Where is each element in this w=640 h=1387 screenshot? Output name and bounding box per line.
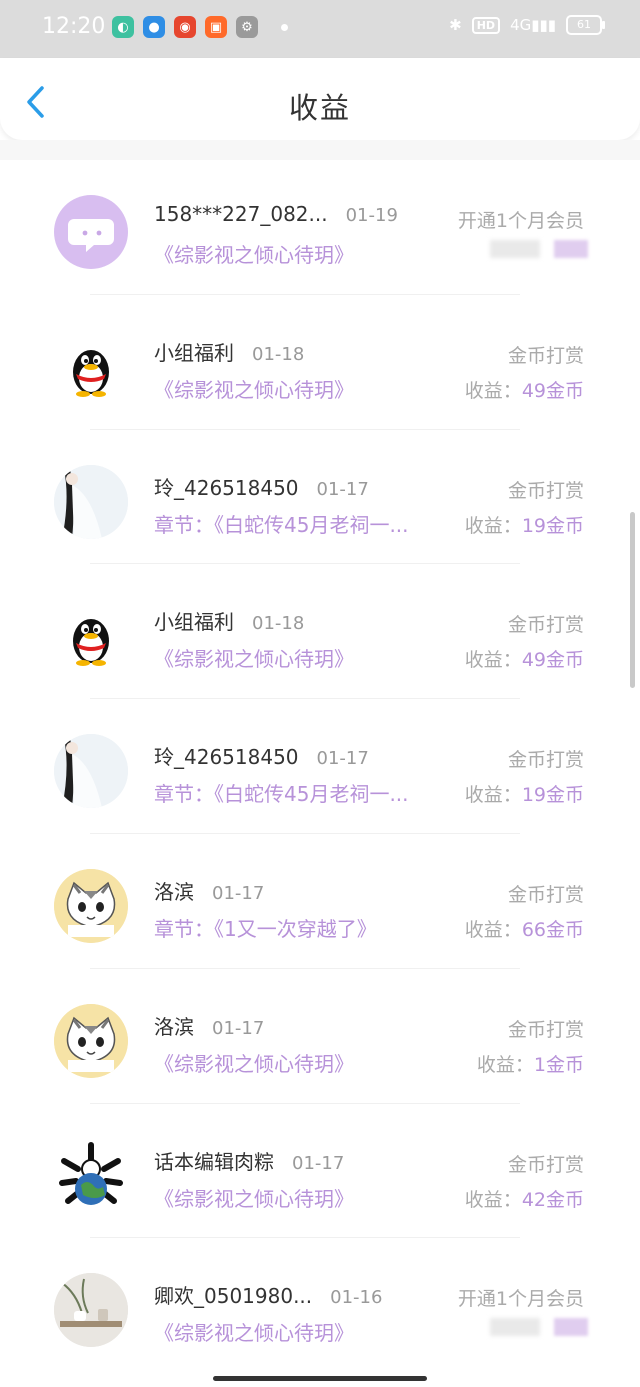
earning-value: 19金币 [521,514,584,537]
earning-type: 开通1个月会员 [457,1288,584,1311]
earning-value: 49金币 [521,379,584,402]
list-item[interactable]: 小组福利 01-18 《综影视之倾心待玥》 金币打赏 收益：49金币 [0,564,640,700]
tea-table-avatar[interactable] [54,1273,128,1348]
earning-amount: 收益：49金币 [465,645,584,672]
earning-value: 1金币 [533,1053,584,1076]
list-item[interactable]: 158***227_082... 01-19 《综影视之倾心待玥》 开通1个月会… [0,160,640,295]
work-title[interactable]: 《综影视之倾心待玥》 [154,1317,354,1346]
circle-app-icon: ● [143,16,165,38]
earning-type: 开通1个月会员 [457,210,584,232]
earning-label: 收益： [464,379,522,402]
earning-label: 收益： [464,514,522,537]
qq-browser-icon: ◐ [112,16,134,38]
earning-value: 66金币 [521,918,584,941]
earning-type: 金币打赏 [507,614,584,637]
list-item[interactable]: 洛滨 01-17 《综影视之倾心待玥》 金币打赏 收益：1金币 [0,969,640,1104]
notification-dot-icon [281,23,288,31]
earning-type: 金币打赏 [507,479,584,502]
date: 01-18 [252,613,305,635]
date: 01-17 [292,1152,345,1174]
qq-penguin-avatar[interactable] [54,329,128,404]
status-bar: 12:20 ◐ ● ◉ ▣ ⚙ ✱ HD 4G▮▮▮ 61 [0,0,640,58]
home-indicator[interactable] [213,1376,427,1381]
date: 01-17 [212,1017,265,1039]
work-title[interactable]: 《综影视之倾心待玥》 [154,374,354,403]
earning-type: 金币打赏 [507,1153,584,1176]
chat-bubble-avatar[interactable] [54,195,128,269]
header-bar: 收益 [0,58,640,140]
date: 01-16 [330,1287,383,1309]
hd-badge: HD [471,16,501,34]
date: 01-19 [345,205,398,226]
user-name: 洛滨 [154,879,194,904]
date: 01-17 [316,748,369,770]
user-name: 卿欢_0501980... [154,1284,313,1309]
earth-bones-avatar[interactable] [54,1138,128,1213]
weibo-icon: ◉ [174,16,196,38]
work-title[interactable]: 《综影视之倾心待玥》 [154,1183,354,1212]
cartoon-cat-avatar[interactable] [54,868,128,943]
list-item[interactable]: 玲_426518450 01-17 章节：《白蛇传45月老祠一... 金币打赏 … [0,430,640,565]
earning-label: 收益： [464,649,522,672]
earning-label: 收益： [476,1053,534,1076]
earning-label: 收益： [464,784,522,807]
settings-gear-icon: ⚙ [236,16,258,38]
user-name: 小组福利 [154,610,234,635]
network-type: 4G [510,16,532,34]
earning-amount: 收益：19金币 [465,511,584,538]
user-name: 玲_426518450 [154,745,299,770]
blurred-value [490,240,588,258]
work-title[interactable]: 《综影视之倾心待玥》 [154,1048,354,1077]
list-item[interactable]: 卿欢_0501980... 01-16 《综影视之倾心待玥》 开通1个月会员 [0,1238,640,1373]
list-item[interactable]: 小组福利 01-18 《综影视之倾心待玥》 金币打赏 收益：49金币 [0,295,640,430]
white-dress-avatar[interactable] [54,464,128,539]
earning-amount: 收益：49金币 [465,376,584,403]
user-name: 玲_426518450 [154,475,299,500]
earning-amount: 收益：66金币 [465,915,584,942]
white-dress-avatar[interactable] [54,734,128,809]
user-name: 话本编辑肉粽 [154,1149,274,1174]
earning-label: 收益： [464,1188,522,1211]
work-title[interactable]: 《综影视之倾心待玥》 [154,239,354,268]
work-title[interactable]: 《综影视之倾心待玥》 [154,643,354,672]
user-name: 小组福利 [154,340,234,365]
list-item[interactable]: 玲_426518450 01-17 章节：《白蛇传45月老祠一... 金币打赏 … [0,699,640,834]
earning-type: 金币打赏 [507,1018,584,1041]
earning-amount: 收益：1金币 [477,1050,584,1077]
date: 01-17 [212,882,265,904]
earning-type: 金币打赏 [507,883,584,906]
earning-amount: 收益：19金币 [465,780,584,807]
scrollbar[interactable] [630,512,635,688]
status-time: 12:20 [42,14,106,39]
date: 01-17 [316,478,369,500]
user-name: 158***227_082... [154,202,328,226]
status-app-icons: ◐ ● ◉ ▣ ⚙ [112,16,288,38]
user-name: 洛滨 [154,1014,194,1039]
page-title: 收益 [288,91,351,125]
blurred-value [490,1318,588,1337]
cartoon-cat-avatar[interactable] [54,1003,128,1078]
date: 01-18 [252,343,305,365]
earning-value: 19金币 [521,784,584,807]
earnings-list: 158***227_082... 01-19 《综影视之倾心待玥》 开通1个月会… [0,160,640,1373]
status-indicators: ✱ HD 4G▮▮▮ 61 [449,15,605,35]
earning-value: 42金币 [521,1188,584,1211]
battery-icon: 61 [566,15,605,35]
earning-amount: 收益：42金币 [465,1185,584,1212]
work-title[interactable]: 章节：《1又一次穿越了》 [154,913,377,942]
bluetooth-icon: ✱ [449,16,462,34]
earning-type: 金币打赏 [507,749,584,772]
earning-type: 金币打赏 [507,344,584,367]
list-item[interactable]: 洛滨 01-17 章节：《1又一次穿越了》 金币打赏 收益：66金币 [0,834,640,969]
bilibili-icon: ▣ [205,16,227,38]
work-title[interactable]: 章节：《白蛇传45月老祠一... [154,778,409,807]
earning-value: 49金币 [521,649,584,672]
qq-penguin-avatar[interactable] [54,599,128,674]
header-gap [0,140,640,160]
list-item[interactable]: 话本编辑肉粽 01-17 《综影视之倾心待玥》 金币打赏 收益：42金币 [0,1104,640,1239]
work-title[interactable]: 章节：《白蛇传45月老祠一... [154,509,409,538]
signal-icon: 4G▮▮▮ [510,16,556,34]
earning-label: 收益： [464,918,522,941]
